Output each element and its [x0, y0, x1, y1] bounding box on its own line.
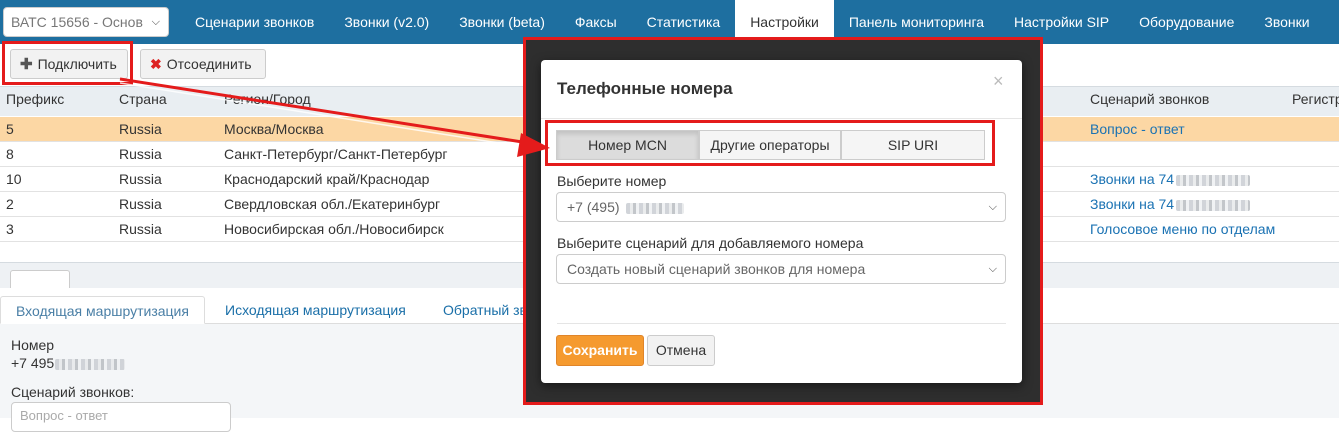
- col-header-country[interactable]: Страна: [119, 91, 167, 107]
- save-button[interactable]: Сохранить: [556, 335, 644, 366]
- modal-header-divider: [541, 118, 1022, 119]
- nav-item-call-scenarios[interactable]: Сценарии звонков: [180, 0, 329, 44]
- chevron-down-icon: ⌵: [988, 263, 997, 275]
- modal-footer-divider: [557, 323, 1006, 324]
- cell-region: Краснодарский край/Краснодар: [224, 171, 430, 187]
- cell-prefix: 10: [6, 171, 22, 187]
- scenario-select[interactable]: Вопрос - ответ: [11, 402, 231, 432]
- tab-outgoing-routing[interactable]: Исходящая маршрутизация: [210, 296, 421, 324]
- scenario-for-number-value: Создать новый сценарий звонков для номер…: [567, 261, 866, 277]
- tab-mcn-number[interactable]: Номер MCN: [556, 130, 699, 160]
- cell-scenario-link[interactable]: Вопрос - ответ: [1090, 121, 1185, 137]
- cell-prefix: 2: [6, 196, 14, 212]
- number-label: Номер: [11, 337, 55, 353]
- select-number-label: Выберите номер: [557, 173, 667, 189]
- vatc-select-value: ВАТС 15656 - Основ: [11, 14, 143, 30]
- pager-tab[interactable]: [10, 270, 70, 288]
- tab-sip-uri[interactable]: SIP URI: [841, 130, 985, 160]
- vatc-select[interactable]: ВАТС 15656 - Основ ⌵: [3, 7, 169, 37]
- blurred-number-mask: [1176, 174, 1251, 186]
- x-icon: ✖: [150, 56, 162, 72]
- blurred-number-mask: [1176, 199, 1251, 211]
- tab-incoming-routing[interactable]: Входящая маршрутизация: [0, 296, 205, 324]
- cell-prefix: 8: [6, 146, 14, 162]
- cancel-button[interactable]: Отмена: [647, 335, 715, 366]
- scenario-for-number-select[interactable]: Создать новый сценарий звонков для номер…: [556, 254, 1006, 284]
- cell-country: Russia: [119, 121, 162, 137]
- modal-title: Телефонные номера: [557, 79, 733, 98]
- cell-scenario-text: Звонки на 74: [1090, 171, 1175, 187]
- phone-number-select-value: +7 (495): [567, 199, 620, 215]
- highlight-box-connect: [2, 41, 133, 85]
- cell-scenario-link[interactable]: Звонки на 74: [1090, 171, 1251, 187]
- blurred-number-mask: [55, 358, 126, 370]
- disconnect-button[interactable]: ✖ Отсоединить: [140, 49, 266, 79]
- cell-scenario-link[interactable]: Голосовое меню по отделам: [1090, 221, 1275, 237]
- col-header-registration[interactable]: Регистр: [1292, 91, 1339, 107]
- cell-country: Russia: [119, 146, 162, 162]
- chevron-down-icon: ⌵: [151, 16, 160, 28]
- scenario-select-value: Вопрос - ответ: [20, 408, 108, 423]
- select-scenario-label: Выберите сценарий для добавляемого номер…: [557, 235, 864, 251]
- col-header-prefix[interactable]: Префикс: [6, 91, 64, 107]
- nav-item-calls-v2[interactable]: Звонки (v2.0): [329, 0, 444, 44]
- cell-country: Russia: [119, 196, 162, 212]
- disconnect-button-label: Отсоединить: [166, 56, 252, 72]
- nav-item-equipment[interactable]: Оборудование: [1124, 0, 1249, 44]
- cell-country: Russia: [119, 221, 162, 237]
- phone-number-select[interactable]: +7 (495) ⌵: [556, 192, 1006, 222]
- cell-scenario-text: Звонки на 74: [1090, 196, 1175, 212]
- nav-item-calls[interactable]: Звонки: [1249, 0, 1324, 44]
- cell-region: Свердловская обл./Екатеринбург: [224, 196, 441, 212]
- cell-prefix: 5: [6, 121, 14, 137]
- cell-scenario-link[interactable]: Звонки на 74: [1090, 196, 1251, 212]
- blurred-number-mask: [625, 202, 684, 214]
- close-icon[interactable]: ×: [993, 71, 1004, 92]
- cell-prefix: 3: [6, 221, 14, 237]
- number-value: +7 495: [11, 355, 126, 371]
- cell-region: Москва/Москва: [224, 121, 324, 137]
- scenario-label: Сценарий звонков:: [11, 384, 135, 400]
- cell-region: Новосибирская обл./Новосибирск: [224, 221, 444, 237]
- col-header-region[interactable]: Регион/Город: [224, 91, 311, 107]
- cell-country: Russia: [119, 171, 162, 187]
- number-value-text: +7 495: [11, 355, 55, 371]
- col-header-scenario[interactable]: Сценарий звонков: [1090, 91, 1209, 107]
- chevron-down-icon: ⌵: [988, 201, 997, 213]
- cell-region: Санкт-Петербург/Санкт-Петербург: [224, 146, 448, 162]
- tab-other-operators[interactable]: Другие операторы: [699, 130, 841, 160]
